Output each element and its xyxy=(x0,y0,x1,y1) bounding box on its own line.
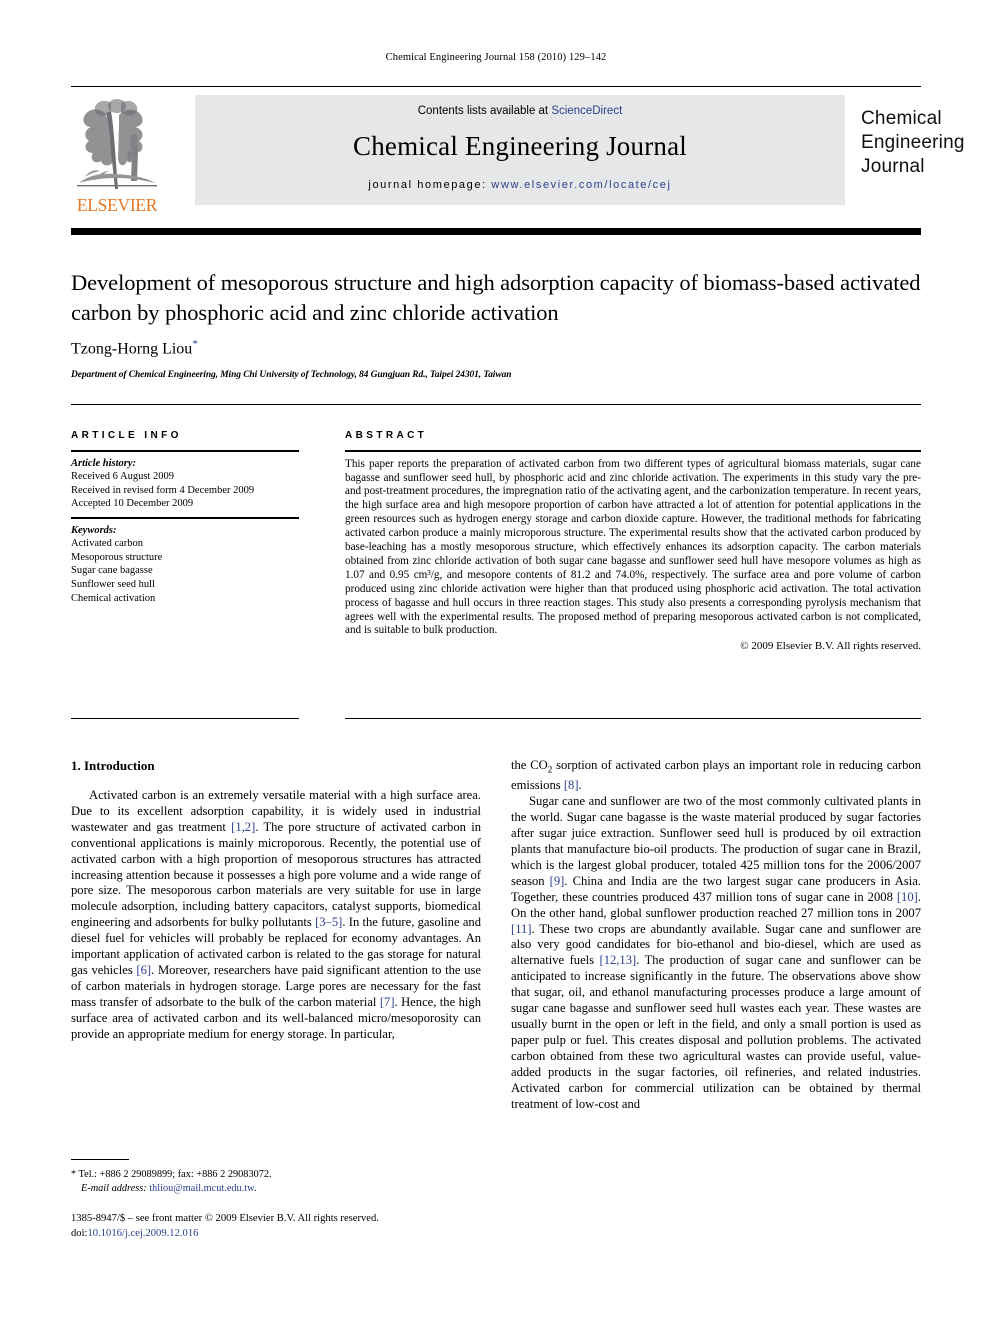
author-affiliation: Department of Chemical Engineering, Ming… xyxy=(71,370,512,380)
author-name: Tzong-Horng Liou* xyxy=(71,338,921,358)
page-footer: 1385-8947/$ – see front matter © 2009 El… xyxy=(71,1212,571,1241)
doi-line: doi:10.1016/j.cej.2009.12.016 xyxy=(71,1227,571,1242)
abstract-text: This paper reports the preparation of ac… xyxy=(345,457,921,637)
history-item: Received in revised form 4 December 2009 xyxy=(71,484,255,496)
homepage-link[interactable]: www.elsevier.com/locate/cej xyxy=(491,179,671,191)
article-info-column: ARTICLE INFO Article history: Received 6… xyxy=(71,430,299,611)
keyword-item: Sugar cane bagasse xyxy=(71,565,153,577)
keyword-item: Chemical activation xyxy=(71,592,156,604)
article-info-rule-bottom xyxy=(71,718,299,719)
elsevier-wordmark: ELSEVIER xyxy=(76,195,158,215)
journal-masthead: ELSEVIER Contents lists available at Sci… xyxy=(71,95,964,225)
citation-ref[interactable]: [11] xyxy=(511,922,532,936)
intro-text-segment: . xyxy=(578,778,582,793)
body-column-left: 1. Introduction Activated carbon is an e… xyxy=(71,758,481,1043)
masthead-band: Contents lists available at ScienceDirec… xyxy=(195,95,845,205)
cover-title-line-1: Chemical xyxy=(861,108,942,129)
doi-label: doi: xyxy=(71,1227,88,1239)
email-period: . xyxy=(253,1182,257,1194)
abstract-heading-label: ABSTRACT xyxy=(345,430,428,441)
front-matter-line: 1385-8947/$ – see front matter © 2009 El… xyxy=(71,1213,379,1224)
abstract-copyright: © 2009 Elsevier B.V. All rights reserved… xyxy=(740,640,921,653)
abstract-rule-bottom xyxy=(345,718,921,719)
running-head: Chemical Engineering Journal 158 (2010) … xyxy=(385,52,607,63)
corresponding-author-footnote: * Tel.: +886 2 29089899; fax: +886 2 290… xyxy=(71,1168,481,1195)
abstract-heading: ABSTRACT xyxy=(345,430,921,441)
email-link[interactable]: thliou@mail.mcut.edu.tw xyxy=(149,1183,254,1194)
section-heading-introduction: 1. Introduction xyxy=(71,758,155,773)
sciencedirect-link[interactable]: ScienceDirect xyxy=(551,105,622,117)
footnote-divider xyxy=(71,1159,129,1160)
email-label: E-mail address: xyxy=(81,1182,147,1194)
keywords-label: Keywords: xyxy=(71,524,117,536)
footnote-email-line: E-mail address: thliou@mail.mcut.edu.tw. xyxy=(71,1182,481,1196)
abstract-column: ABSTRACT This paper reports the preparat… xyxy=(345,430,921,657)
intro-text-segment: . The pore structure of activated carbon… xyxy=(71,819,481,930)
body-column-right: the CO2 sorption of activated carbon pla… xyxy=(511,758,921,1112)
keyword-item: Mesoporous structure xyxy=(71,551,163,563)
intro-paragraph-2: Sugar cane and sunflower are two of the … xyxy=(511,794,921,1112)
citation-ref[interactable]: [12,13] xyxy=(600,953,637,967)
intro-paragraph-1: Activated carbon is an extremely versati… xyxy=(71,788,481,1043)
intro-text-segment: the CO xyxy=(511,758,548,772)
article-history-label: Article history: xyxy=(71,457,137,469)
title-divider xyxy=(71,404,921,405)
keyword-item: Activated carbon xyxy=(71,538,144,550)
footnote-contact: Tel.: +886 2 29089899; fax: +886 2 29083… xyxy=(78,1169,272,1180)
keyword-item: Sunflower seed hull xyxy=(71,578,155,590)
citation-ref[interactable]: [7] xyxy=(380,995,395,1009)
article-info-heading-label: ARTICLE INFO xyxy=(71,430,182,441)
journal-article-page: Chemical Engineering Journal 158 (2010) … xyxy=(0,0,992,1323)
citation-ref[interactable]: [6] xyxy=(136,963,151,977)
article-history-block: Article history: Received 6 August 2009 … xyxy=(71,452,299,517)
contents-prefix: Contents lists available at xyxy=(417,105,552,117)
keywords-block: Keywords: Activated carbon Mesoporous st… xyxy=(71,519,299,612)
journal-title: Chemical Engineering Journal xyxy=(352,131,687,161)
elsevier-tree-icon xyxy=(77,99,157,189)
article-title: Development of mesoporous structure and … xyxy=(71,270,921,325)
author-label: Tzong-Horng Liou xyxy=(71,340,193,358)
header-divider xyxy=(71,86,921,87)
footnote-marker: * xyxy=(71,1169,77,1180)
contents-available-line: Contents lists available at ScienceDirec… xyxy=(195,105,845,117)
intro-paragraph-1-continued: the CO2 sorption of activated carbon pla… xyxy=(511,758,921,794)
footnote-contact-line: * Tel.: +886 2 29089899; fax: +886 2 290… xyxy=(71,1168,481,1182)
cover-title-line-3: Journal xyxy=(861,156,925,177)
citation-ref[interactable]: [10] xyxy=(897,890,918,904)
elsevier-logo[interactable]: ELSEVIER xyxy=(71,97,163,225)
homepage-prefix: journal homepage: xyxy=(368,179,492,191)
citation-ref[interactable]: [1,2] xyxy=(231,820,255,834)
citation-ref[interactable]: [8] xyxy=(564,778,579,792)
cover-title-line-2: Engineering xyxy=(861,132,965,153)
masthead-black-bar xyxy=(71,228,921,235)
doi-link[interactable]: 10.1016/j.cej.2009.12.016 xyxy=(87,1228,198,1239)
journal-homepage-line: journal homepage: www.elsevier.com/locat… xyxy=(195,179,845,191)
intro-text-segment: . The production of sugar cane and sunfl… xyxy=(511,953,921,1111)
history-item: Received 6 August 2009 xyxy=(71,471,174,483)
citation-ref[interactable]: [9] xyxy=(550,874,565,888)
intro-text-segment: . China and India are the two largest su… xyxy=(511,873,921,904)
article-info-heading: ARTICLE INFO xyxy=(71,430,299,441)
citation-ref[interactable]: [3–5] xyxy=(315,915,342,929)
journal-cover-title: Chemical Engineering Journal xyxy=(861,107,992,179)
history-item: Accepted 10 December 2009 xyxy=(71,498,194,510)
corresponding-author-marker[interactable]: * xyxy=(192,338,198,350)
